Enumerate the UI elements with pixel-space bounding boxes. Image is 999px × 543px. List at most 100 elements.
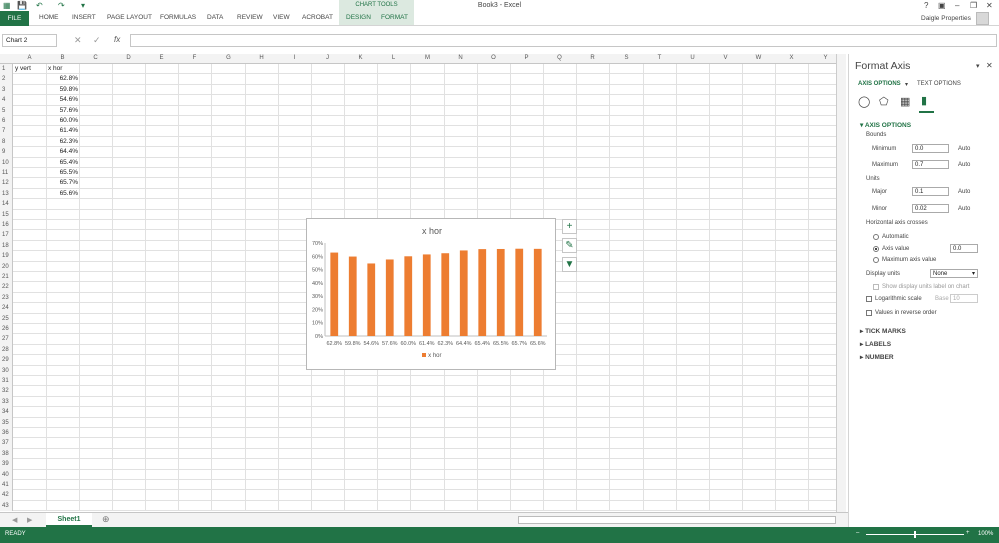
sheet-tab-sheet1[interactable]: Sheet1 <box>46 513 92 527</box>
restore-icon[interactable]: ❐ <box>970 1 977 10</box>
row-header[interactable]: 28 <box>0 344 13 356</box>
minimize-icon[interactable]: – <box>955 1 959 10</box>
cell-b[interactable]: 62.3% <box>46 137 78 147</box>
cell-b[interactable]: 65.4% <box>46 158 78 168</box>
base-input[interactable]: 10 <box>950 294 978 303</box>
column-header-K[interactable]: K <box>344 55 377 61</box>
row-header[interactable]: 6 <box>0 116 13 127</box>
column-header-X[interactable]: X <box>775 55 808 61</box>
maximum-auto-label[interactable]: Auto <box>958 162 970 168</box>
column-header-G[interactable]: G <box>212 55 245 61</box>
cell-b[interactable]: 61.4% <box>46 126 78 136</box>
column-header-F[interactable]: F <box>178 55 211 61</box>
column-header-E[interactable]: E <box>145 55 178 61</box>
row-header[interactable]: 15 <box>0 209 13 220</box>
ribbon-display-icon[interactable]: ▣ <box>938 1 946 10</box>
row-header[interactable]: 32 <box>0 386 13 397</box>
tick-marks-section[interactable]: ▸ TICK MARKS <box>860 327 906 335</box>
chart-elements-button[interactable]: + <box>562 219 577 234</box>
column-header-C[interactable]: C <box>79 55 112 61</box>
bar[interactable] <box>348 256 357 336</box>
tab-view[interactable]: VIEW <box>273 14 290 21</box>
avatar[interactable] <box>976 12 989 25</box>
cell-b[interactable]: 65.7% <box>46 178 78 188</box>
axis-options-icon[interactable]: ▮ <box>921 94 927 107</box>
axis-value-input[interactable]: 0.0 <box>950 244 978 253</box>
column-header-T[interactable]: T <box>643 55 676 61</box>
bar[interactable] <box>404 256 413 336</box>
column-header-J[interactable]: J <box>311 55 344 61</box>
column-header-R[interactable]: R <box>576 55 609 61</box>
row-header[interactable]: 29 <box>0 355 13 366</box>
enter-icon[interactable]: ✓ <box>93 35 101 46</box>
bar[interactable] <box>441 253 450 336</box>
size-properties-icon[interactable]: ▦ <box>900 95 910 108</box>
column-header-B[interactable]: B <box>46 55 79 61</box>
row-header[interactable]: 31 <box>0 376 13 387</box>
column-header-A[interactable]: A <box>13 55 46 61</box>
tab-axis-options-dropdown-icon[interactable]: ▾ <box>905 81 908 88</box>
tab-file[interactable]: FILE <box>0 11 29 26</box>
cell-b[interactable]: 62.8% <box>46 74 78 84</box>
cell-b1[interactable]: x hor <box>48 64 62 74</box>
automatic-radio[interactable] <box>873 234 879 240</box>
column-header-U[interactable]: U <box>676 55 709 61</box>
pane-options-icon[interactable]: ▾ <box>976 62 980 70</box>
row-header[interactable]: 27 <box>0 334 13 345</box>
tab-text-options[interactable]: TEXT OPTIONS <box>917 81 961 87</box>
bar[interactable] <box>496 248 505 336</box>
row-header[interactable]: 20 <box>0 261 13 272</box>
tab-page-layout[interactable]: PAGE LAYOUT <box>107 14 152 21</box>
column-header-I[interactable]: I <box>278 55 311 61</box>
row-header[interactable]: 23 <box>0 292 13 304</box>
row-header[interactable]: 18 <box>0 240 13 252</box>
column-header-W[interactable]: W <box>742 55 775 61</box>
row-header[interactable]: 10 <box>0 157 13 168</box>
row-header[interactable]: 24 <box>0 303 13 314</box>
column-header-H[interactable]: H <box>245 55 278 61</box>
column-header-Y[interactable]: Y <box>809 55 836 61</box>
row-header[interactable]: 37 <box>0 438 13 449</box>
insert-function-icon[interactable]: fx <box>114 35 120 44</box>
bar[interactable] <box>367 263 376 336</box>
user-name[interactable]: Daigle Properties <box>921 15 971 22</box>
row-header[interactable]: 35 <box>0 417 13 428</box>
cell-b[interactable]: 57.6% <box>46 106 78 116</box>
tab-formulas[interactable]: FORMULAS <box>160 14 196 21</box>
horizontal-scrollbar[interactable] <box>518 516 836 524</box>
cell-b[interactable]: 64.4% <box>46 147 78 157</box>
show-units-checkbox[interactable] <box>873 284 879 290</box>
help-icon[interactable]: ? <box>924 1 928 10</box>
row-header[interactable]: 30 <box>0 365 13 376</box>
row-header[interactable]: 21 <box>0 272 13 283</box>
cell-b[interactable]: 59.8% <box>46 85 78 95</box>
row-header[interactable]: 9 <box>0 147 13 158</box>
minimum-input[interactable]: 0.0 <box>912 144 949 153</box>
zoom-slider-thumb[interactable] <box>914 531 916 538</box>
row-header[interactable]: 19 <box>0 251 13 262</box>
chart-filters-button[interactable]: ▼ <box>562 257 577 272</box>
zoom-level[interactable]: 100% <box>978 531 993 537</box>
new-sheet-icon[interactable]: ⊕ <box>102 514 110 525</box>
cancel-icon[interactable]: ✕ <box>74 35 82 46</box>
chart-legend[interactable]: x hor <box>307 353 557 359</box>
row-header[interactable]: 1 <box>0 64 13 75</box>
row-header[interactable]: 33 <box>0 396 13 408</box>
column-header-M[interactable]: M <box>411 55 444 61</box>
row-header[interactable]: 41 <box>0 480 13 491</box>
bar[interactable] <box>533 248 542 336</box>
maximum-input[interactable]: 0.7 <box>912 160 949 169</box>
row-header[interactable]: 26 <box>0 324 13 335</box>
tab-insert[interactable]: INSERT <box>72 14 96 21</box>
effects-icon[interactable]: ⬠ <box>879 95 889 108</box>
cell-b[interactable]: 65.6% <box>46 189 78 199</box>
chart[interactable]: x hor 70% 60% 50% 40% 30% 20% 10% 0% 62.8% 59.8% 5… <box>306 218 556 370</box>
row-header[interactable]: 3 <box>0 84 13 96</box>
row-header[interactable]: 2 <box>0 74 13 85</box>
row-header[interactable]: 39 <box>0 459 13 470</box>
column-header-S[interactable]: S <box>610 55 643 61</box>
chart-plot[interactable]: 70% 60% 50% 40% 30% 20% 10% 0%62.8% 59.8% 54.6% 57… <box>307 219 557 371</box>
axis-options-section-header[interactable]: ▾ AXIS OPTIONS <box>860 121 911 129</box>
row-header[interactable]: 43 <box>0 500 13 511</box>
bar[interactable] <box>478 249 487 336</box>
